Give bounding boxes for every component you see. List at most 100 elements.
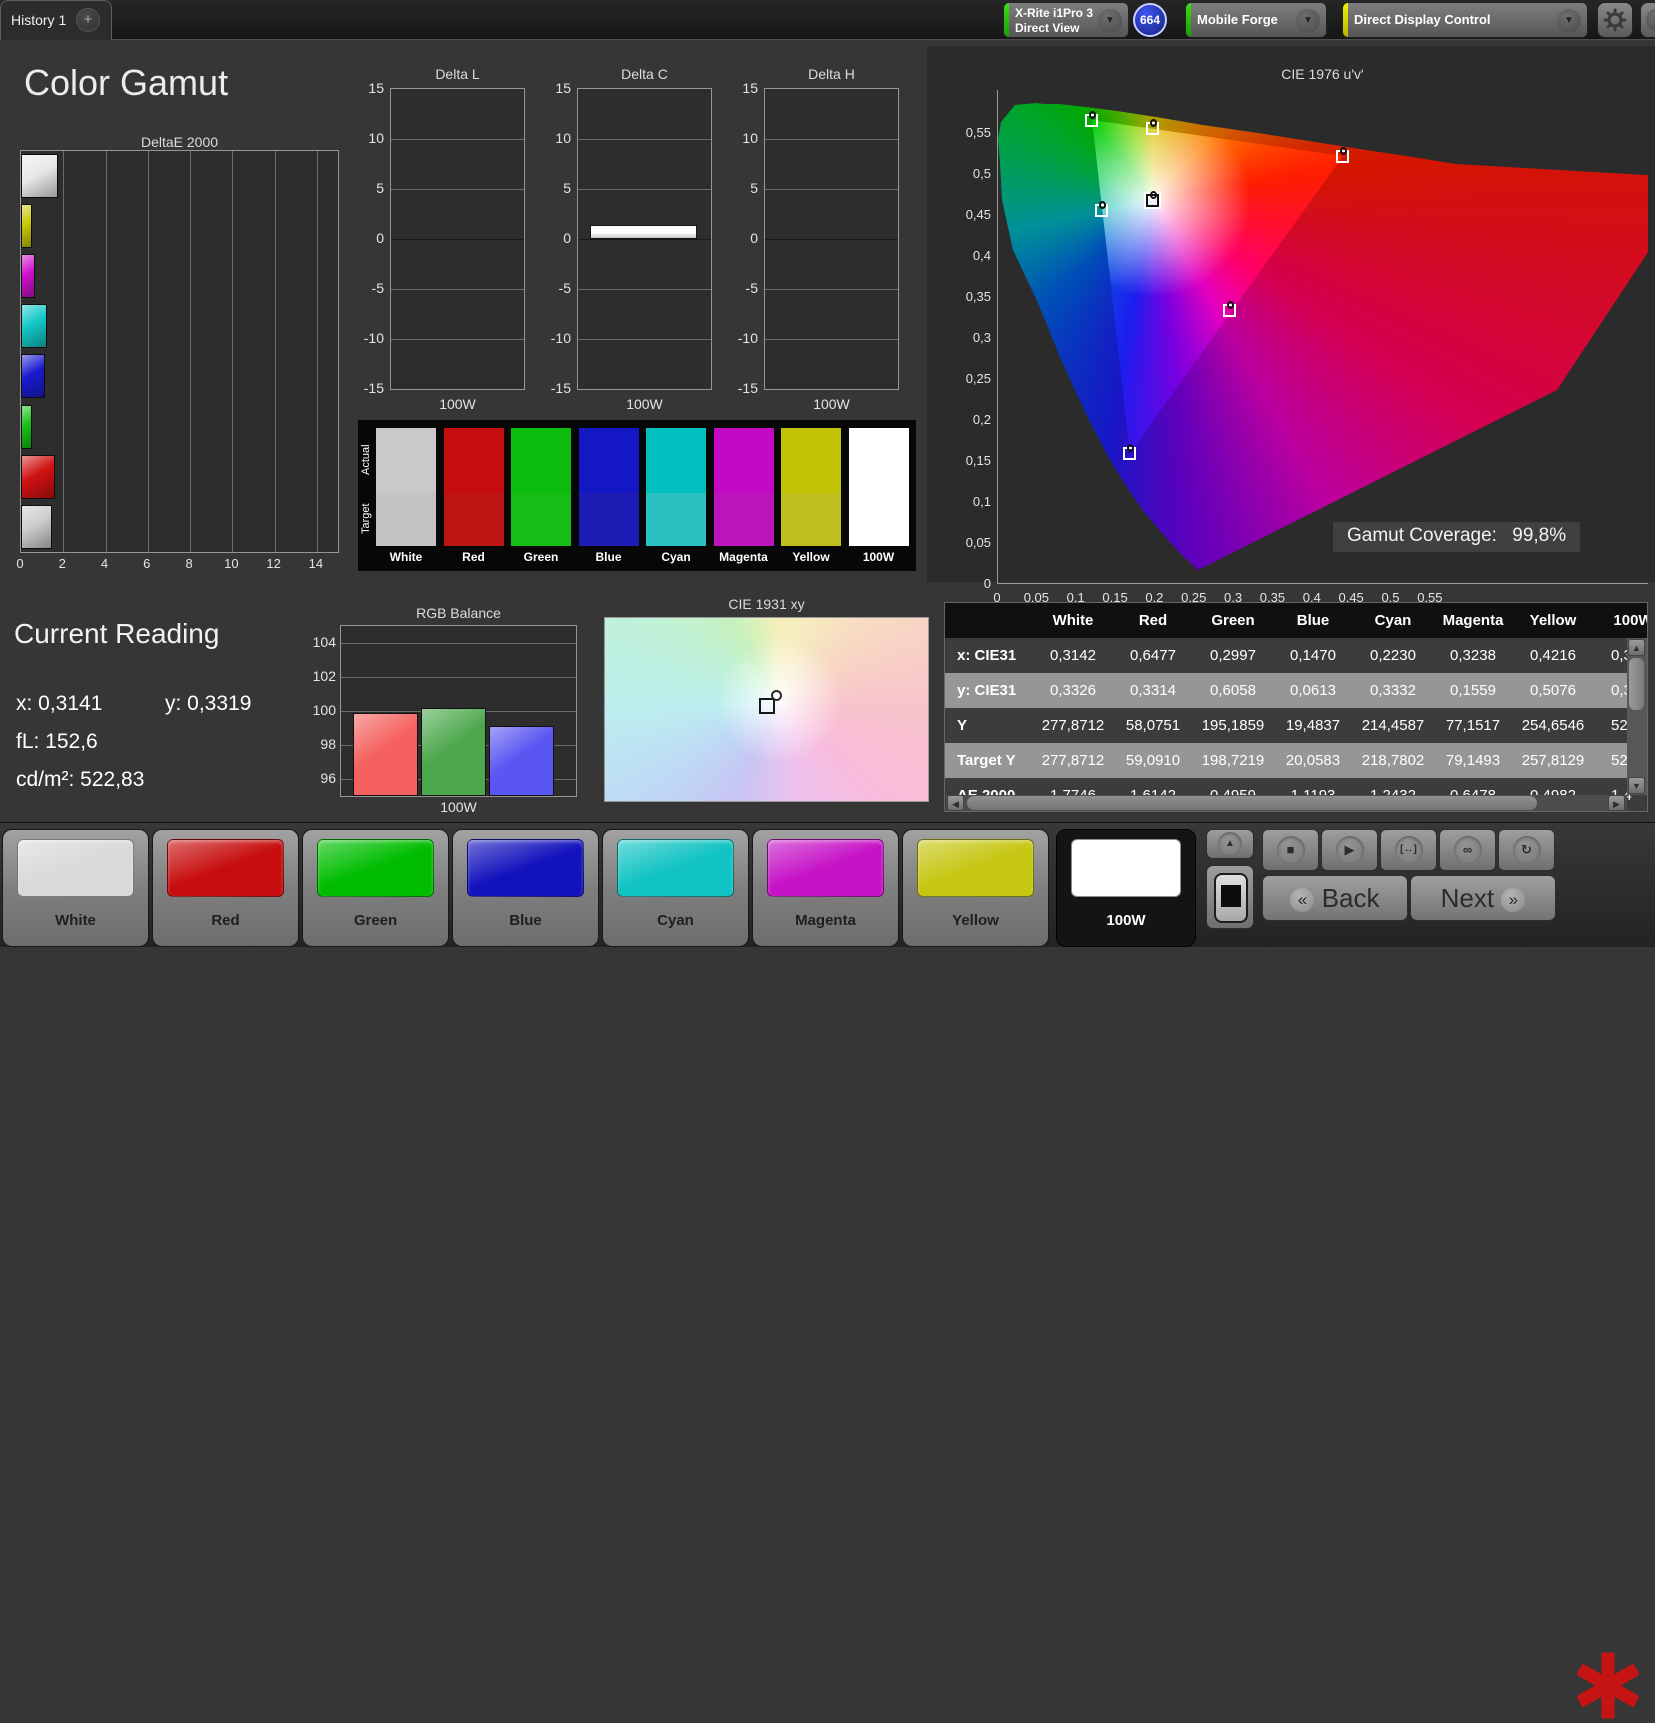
- delta-gridline: [578, 139, 711, 140]
- patch-label: Magenta: [719, 550, 768, 564]
- delta-gridline: [391, 139, 524, 140]
- back-button[interactable]: « Back: [1262, 875, 1408, 921]
- measure-single-icon: [↔]: [1394, 836, 1423, 864]
- current-reading-y: y: 0,3319: [165, 692, 252, 715]
- expand-pattern-panel-button[interactable]: ▲: [1206, 829, 1254, 859]
- pattern-button-white[interactable]: White: [2, 829, 149, 947]
- delta-chart-title: Delta C: [621, 66, 668, 82]
- delta-y-tick-label: 0: [376, 230, 384, 246]
- display-control-name: Direct Display Control: [1354, 12, 1491, 27]
- horizontal-scroll-thumb[interactable]: [967, 796, 1537, 810]
- table-horizontal-scrollbar[interactable]: ◀ ▶: [946, 795, 1627, 811]
- meter-selector[interactable]: X-Rite i1Pro 3 Direct View ▼: [1003, 2, 1129, 38]
- window-frame-icon: [1214, 873, 1248, 923]
- delta-y-tick-label: -5: [371, 280, 384, 296]
- pattern-button-magenta[interactable]: Magenta: [752, 829, 899, 947]
- patch-actual-yellow: [781, 428, 841, 493]
- next-label: Next: [1440, 883, 1495, 913]
- delta-gridline: [578, 239, 711, 240]
- chevron-down-icon[interactable]: ▼: [1296, 9, 1320, 33]
- pattern-button-blue[interactable]: Blue: [452, 829, 599, 947]
- patch-actual-cyan: [646, 428, 706, 493]
- gamut-coverage-readout: Gamut Coverage: 99,8%: [1333, 522, 1581, 552]
- deltae-x-tick-label: 14: [308, 556, 324, 571]
- table-vertical-scrollbar[interactable]: ▲ ▼: [1627, 638, 1647, 795]
- delta-x-label: 100W: [813, 396, 850, 412]
- scroll-left-icon[interactable]: ◀: [947, 795, 964, 811]
- target-marker-icon: [759, 698, 775, 714]
- cie76-y-tick-label: 0,55: [965, 125, 991, 140]
- pattern-label: Red: [211, 912, 240, 929]
- table-column-header: 100W: [1613, 612, 1647, 629]
- play-button[interactable]: ▶: [1321, 829, 1378, 871]
- deltae-x-axis: 0 2 4 6 8 10 12 14: [16, 556, 339, 572]
- table-cell: 277,8712: [1041, 717, 1105, 734]
- scroll-down-icon[interactable]: ▼: [1628, 777, 1645, 794]
- pattern-label: White: [55, 912, 96, 929]
- stop-button[interactable]: ■: [1262, 829, 1319, 871]
- table-cell: 218,7802: [1361, 752, 1425, 769]
- pattern-window-position-button[interactable]: [1206, 865, 1254, 929]
- chevron-down-icon[interactable]: ▼: [1557, 9, 1581, 33]
- vertical-scroll-thumb[interactable]: [1629, 658, 1644, 710]
- rgb-balance-title: RGB Balance: [416, 605, 501, 621]
- pattern-label: Green: [353, 912, 398, 929]
- measure-continuous-button[interactable]: ∞: [1439, 829, 1496, 871]
- cie-1976-axes: [997, 90, 1648, 584]
- delta-gridline: [765, 189, 898, 190]
- pattern-button-yellow[interactable]: Yellow: [902, 829, 1049, 947]
- table-cell: 0,0613: [1290, 682, 1336, 699]
- cie76-y-tick-label: 0: [983, 576, 991, 591]
- current-reading-fl: fL: 152,6: [16, 730, 98, 753]
- patch-label: 100W: [862, 550, 895, 564]
- table-cell: 195,1859: [1201, 717, 1265, 734]
- delta-y-tick-label: -5: [558, 280, 571, 296]
- table-cell: 20,0583: [1285, 752, 1341, 769]
- table-cell: 77,1517: [1445, 717, 1501, 734]
- pattern-button-100w[interactable]: 100W: [1056, 829, 1196, 947]
- refresh-button[interactable]: ↻: [1498, 829, 1555, 871]
- display-control-selector[interactable]: Direct Display Control ▼: [1342, 2, 1588, 38]
- pattern-swatch: [17, 839, 134, 897]
- cie76-y-tick-label: 0,05: [965, 535, 991, 550]
- rgb-balance-chart: [340, 625, 577, 797]
- pattern-label: Magenta: [795, 912, 856, 929]
- pattern-swatch: [467, 839, 584, 897]
- delta-y-tick-label: 15: [555, 80, 571, 96]
- table-row-label: y: CIE31: [957, 682, 1017, 699]
- meter-mode: Direct View: [1015, 21, 1080, 35]
- patch-target-red: [443, 493, 504, 546]
- rgb-gridline: [341, 677, 576, 678]
- next-button[interactable]: Next »: [1410, 875, 1556, 921]
- actual-target-patch-strip: Actual Target White Red Green Blue Cyan Magenta…: [358, 420, 916, 571]
- cie76-y-tick-label: 0,1: [972, 494, 991, 509]
- scroll-up-icon[interactable]: ▲: [1628, 639, 1645, 656]
- settings-button[interactable]: [1597, 2, 1633, 38]
- patch-actual-green: [511, 428, 571, 493]
- table-cell: 0,4216: [1530, 647, 1576, 664]
- patch-target-green: [511, 493, 571, 546]
- collapse-toolbar-button[interactable]: ◀: [1640, 2, 1655, 38]
- delta-gridline: [391, 189, 524, 190]
- source-selector[interactable]: Mobile Forge ▼: [1185, 2, 1327, 38]
- rgb-bar-blue: [489, 726, 554, 796]
- pattern-swatch: [317, 839, 434, 897]
- delta-c-chart: [577, 88, 712, 390]
- pattern-button-green[interactable]: Green: [302, 829, 449, 947]
- pattern-button-cyan[interactable]: Cyan: [602, 829, 749, 947]
- measure-single-button[interactable]: [↔]: [1380, 829, 1437, 871]
- table-cell: 0,6058: [1210, 682, 1256, 699]
- pattern-swatch: [167, 839, 284, 897]
- delta-gridline: [765, 239, 898, 240]
- scroll-right-icon[interactable]: ▶: [1608, 795, 1625, 811]
- reading-count-badge: 664: [1133, 3, 1167, 37]
- chevron-down-icon[interactable]: ▼: [1098, 9, 1122, 33]
- delta-y-tick-label: 10: [742, 130, 758, 146]
- pattern-button-red[interactable]: Red: [152, 829, 299, 947]
- delta-y-tick-label: 0: [750, 230, 758, 246]
- delta-y-tick-label: 5: [750, 180, 758, 196]
- window-position-icon: [1221, 885, 1241, 907]
- delta-chart-title: Delta H: [808, 66, 855, 82]
- table-column-header: Blue: [1296, 612, 1330, 629]
- back-label: Back: [1321, 883, 1380, 913]
